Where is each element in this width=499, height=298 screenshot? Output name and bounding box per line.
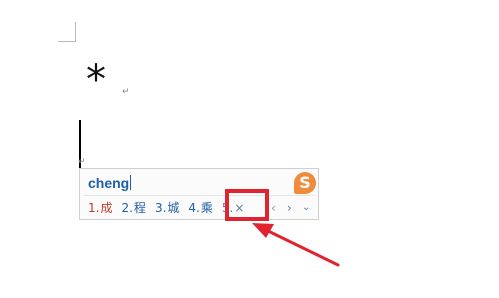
annotation-arrow-icon bbox=[252, 223, 340, 267]
document-page: * ↵ ↵ cheng S 1.成 2.程 3.城 4.乘 5.× ‹ › ⌄ bbox=[0, 0, 499, 298]
